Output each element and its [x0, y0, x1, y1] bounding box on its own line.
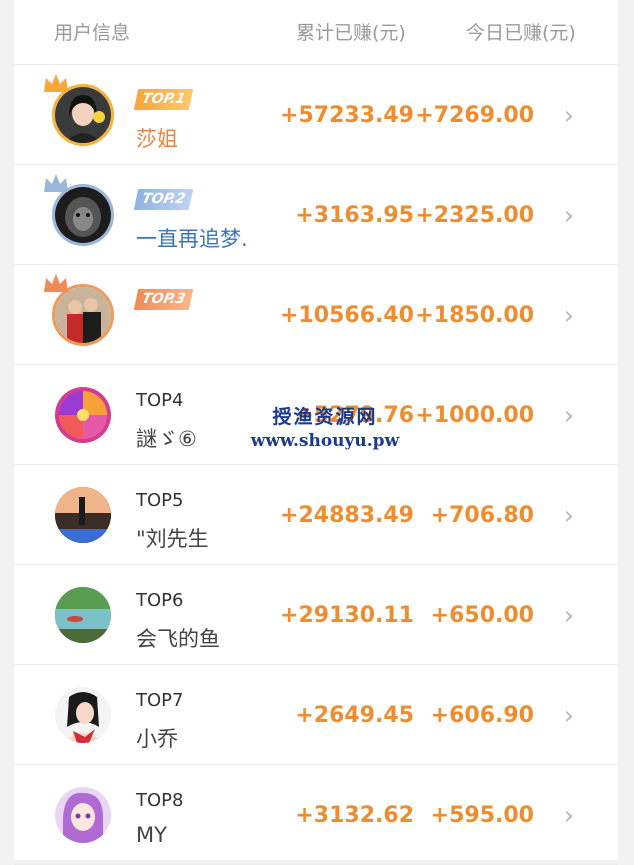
user-name: MY [136, 823, 167, 847]
rank-badge: TOP.3 [133, 289, 194, 310]
rank-label: TOP6 [136, 590, 184, 611]
user-name: "刘先生 [136, 527, 209, 551]
today-earned: +650.00 [430, 603, 534, 628]
total-earned: +3163.95 [295, 203, 414, 228]
rank-label: TOP7 [136, 690, 184, 711]
total-earned: +10566.40 [280, 303, 414, 328]
avatar-container [52, 784, 114, 846]
crown-icon [44, 274, 68, 292]
today-earned: +1000.00 [415, 403, 534, 428]
chevron-right-icon[interactable]: › [564, 201, 574, 231]
rank-badge: TOP.2 [133, 189, 194, 210]
rank-label: TOP5 [136, 490, 184, 511]
chevron-right-icon[interactable]: › [564, 101, 574, 131]
leaderboard-row-1[interactable]: TOP.1 莎姐 +57233.49 +7269.00 › [14, 65, 618, 165]
avatar [52, 784, 114, 846]
total-earned: +29130.11 [280, 603, 414, 628]
avatar-container [44, 74, 114, 146]
crown-icon [44, 74, 68, 92]
user-name: 一直再追梦. [136, 227, 248, 251]
today-earned: +7269.00 [415, 103, 534, 128]
today-earned: +1850.00 [415, 303, 534, 328]
watermark-title: 授渔资源网 [272, 406, 378, 428]
watermark: 授渔资源网 www.shouyu.pw [245, 402, 405, 451]
chevron-right-icon[interactable]: › [564, 601, 574, 631]
leaderboard-row-3[interactable]: TOP.3 +10566.40 +1850.00 › [14, 265, 618, 365]
watermark-url: www.shouyu.pw [250, 431, 400, 451]
chevron-right-icon[interactable]: › [564, 701, 574, 731]
leaderboard-row-7[interactable]: TOP7 小乔 +2649.45 +606.90 › [14, 665, 618, 765]
total-earned: +24883.49 [280, 503, 414, 528]
avatar-container [52, 584, 114, 646]
user-name: 小乔 [136, 727, 178, 751]
today-earned: +595.00 [430, 803, 534, 828]
user-name: 謎ゞ⑥ [136, 427, 197, 451]
header-user-info: 用户信息 [54, 22, 131, 44]
avatar [52, 584, 114, 646]
chevron-right-icon[interactable]: › [564, 501, 574, 531]
rank-label: TOP8 [136, 790, 184, 811]
leaderboard-row-8[interactable]: TOP8 MY +3132.62 +595.00 › [14, 765, 618, 865]
total-earned: +3132.62 [295, 803, 414, 828]
chevron-right-icon[interactable]: › [564, 401, 574, 431]
leaderboard-row-6[interactable]: TOP6 会飞的鱼 +29130.11 +650.00 › [14, 565, 618, 665]
rank-label: TOP4 [136, 390, 184, 411]
avatar [52, 384, 114, 446]
total-earned: +57233.49 [280, 103, 414, 128]
avatar-container [44, 274, 114, 346]
rank-badge: TOP.1 [133, 89, 194, 110]
avatar [52, 484, 114, 546]
table-header: 用户信息 累计已赚(元) 今日已赚(元) [14, 0, 618, 65]
avatar [52, 684, 114, 746]
today-earned: +606.90 [430, 703, 534, 728]
chevron-right-icon[interactable]: › [564, 801, 574, 831]
leaderboard-row-2[interactable]: TOP.2 一直再追梦. +3163.95 +2325.00 › [14, 165, 618, 265]
leaderboard-row-5[interactable]: TOP5 "刘先生 +24883.49 +706.80 › [14, 465, 618, 565]
avatar-container [52, 384, 114, 446]
today-earned: +706.80 [430, 503, 534, 528]
user-name: 会飞的鱼 [136, 627, 220, 651]
header-today-earned: 今日已赚(元) [466, 22, 576, 44]
header-total-earned: 累计已赚(元) [296, 22, 406, 44]
avatar-container [52, 484, 114, 546]
user-name: 莎姐 [136, 127, 178, 151]
crown-icon [44, 174, 68, 192]
chevron-right-icon[interactable]: › [564, 301, 574, 331]
avatar-container [52, 684, 114, 746]
total-earned: +2649.45 [295, 703, 414, 728]
avatar-container [44, 174, 114, 246]
today-earned: +2325.00 [415, 203, 534, 228]
